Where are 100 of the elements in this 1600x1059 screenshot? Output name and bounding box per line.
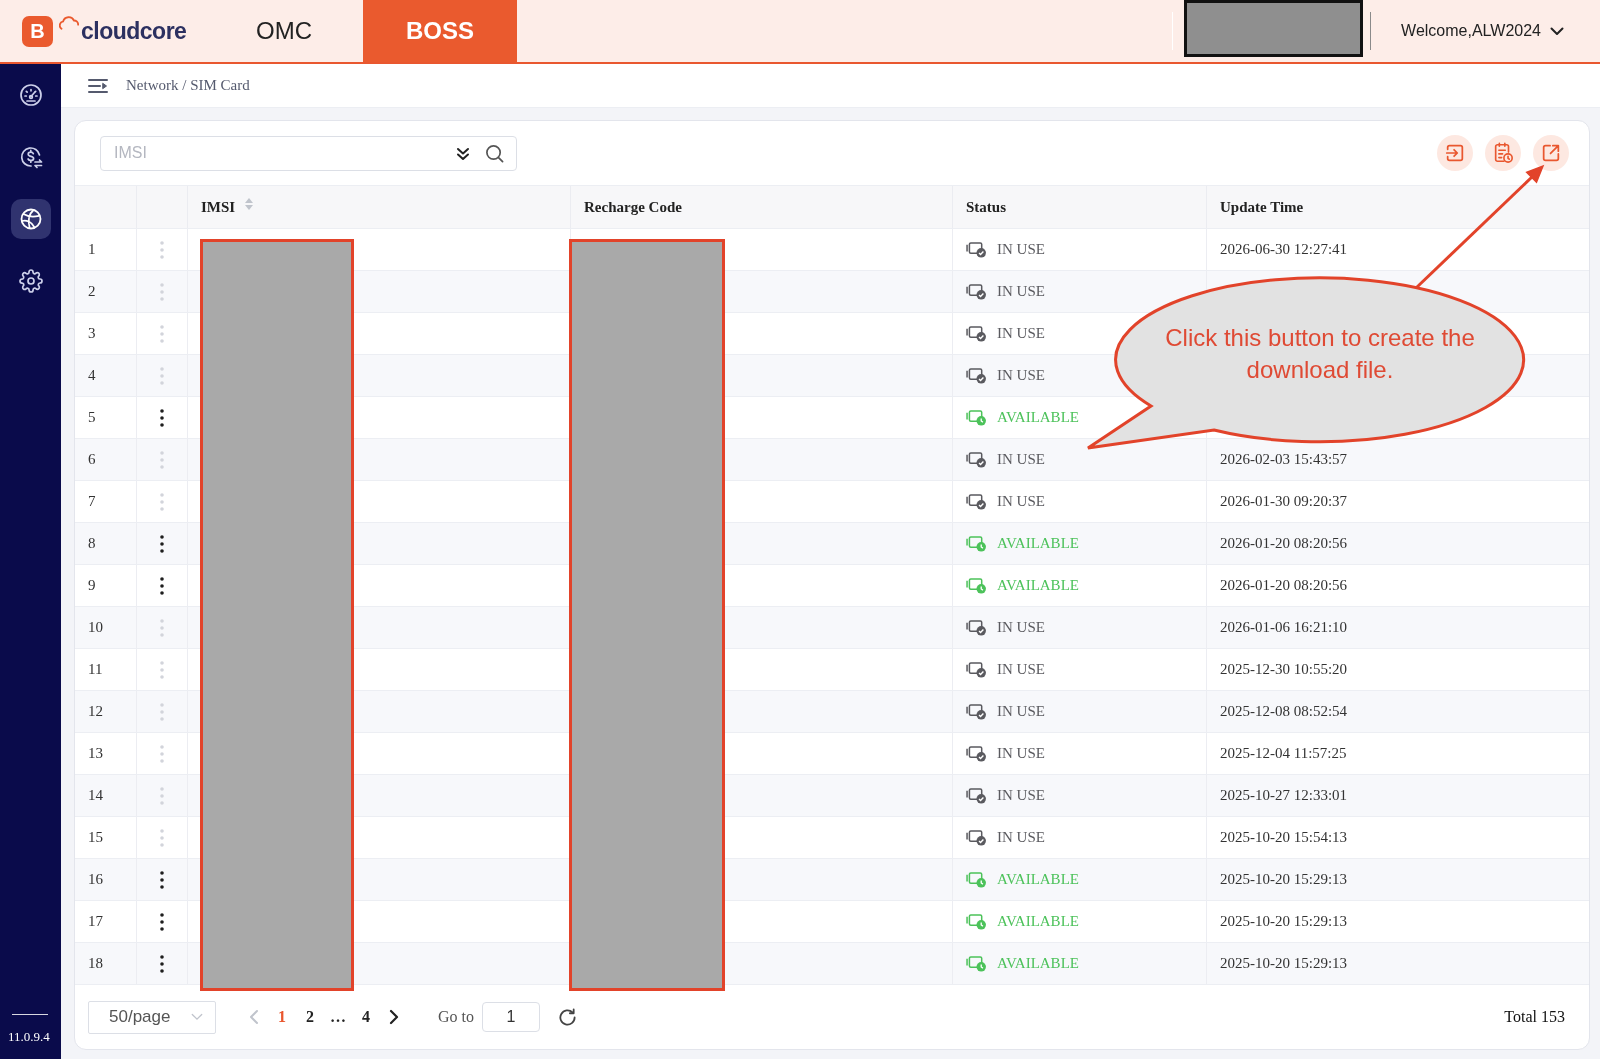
globe-icon [18, 207, 43, 231]
chevron-down-icon [1550, 26, 1564, 36]
status-text: AVAILABLE [997, 577, 1079, 594]
more-icon[interactable] [160, 576, 164, 595]
cloud-icon [59, 16, 79, 30]
card-clock-icon [966, 535, 987, 552]
status-text: IN USE [997, 367, 1045, 384]
update-time: 2026-01-20 08:20:56 [1220, 577, 1348, 594]
update-time: 2025-10-27 12:33:01 [1220, 787, 1348, 804]
column-header: Update Time [1220, 198, 1304, 216]
update-time: 2026-02-03 15:43:57 [1220, 451, 1348, 468]
card-check-icon [966, 829, 987, 846]
status-text: IN USE [997, 619, 1045, 636]
row-number: 5 [88, 409, 96, 426]
row-number: 10 [88, 619, 103, 636]
more-icon[interactable] [160, 534, 164, 553]
card-check-icon [966, 325, 987, 342]
row-number: 8 [88, 535, 96, 552]
status-text: IN USE [997, 283, 1045, 300]
update-time: 2025-10-20 15:29:13 [1220, 913, 1348, 930]
row-number: 4 [88, 367, 96, 384]
page-button[interactable]: … [324, 1002, 352, 1032]
search-icon[interactable] [485, 143, 504, 163]
card-check-icon [966, 661, 987, 678]
status-text: IN USE [997, 451, 1045, 468]
logo-text: cloudcore [81, 19, 187, 43]
coin-arrows-icon [18, 145, 43, 169]
row-number: 9 [88, 577, 96, 594]
status-text: IN USE [997, 703, 1045, 720]
row-number: 17 [88, 913, 103, 930]
chevron-right-icon [389, 1009, 399, 1025]
breadcrumb: Network / SIM Card [126, 77, 250, 94]
menu-icon[interactable] [88, 77, 108, 94]
column-header: IMSI [201, 198, 236, 216]
search-field[interactable]: IMSI [100, 135, 517, 171]
row-number: 7 [88, 493, 96, 510]
logo-mark: B [22, 15, 53, 47]
column-header: Recharge Code [584, 198, 682, 216]
go-to-label: Go to [438, 1008, 474, 1026]
update-time: 2026-06-30 12:27:41 [1220, 241, 1348, 258]
import-button[interactable] [1437, 135, 1473, 171]
card-clock-icon [966, 577, 987, 594]
user-menu[interactable]: Welcome,ALW2024 [1401, 0, 1600, 62]
page-button[interactable]: 2 [296, 1002, 324, 1032]
row-number: 12 [88, 703, 103, 720]
card-check-icon [966, 619, 987, 636]
page-input[interactable]: 1 [482, 1002, 540, 1032]
card-check-icon [966, 283, 987, 300]
more-icon[interactable] [160, 954, 164, 973]
status-text: IN USE [997, 241, 1045, 258]
card-check-icon [966, 451, 987, 468]
callout-text: Click this button to create the download file. [1164, 323, 1476, 385]
card-clock-icon [966, 871, 987, 888]
card-clock-icon [966, 955, 987, 972]
card-check-icon [966, 241, 987, 258]
card-check-icon [966, 367, 987, 384]
row-number: 3 [88, 325, 96, 342]
update-time: 2025-10-20 15:29:13 [1220, 871, 1348, 888]
card-check-icon [966, 745, 987, 762]
row-number: 18 [88, 955, 103, 972]
status-text: AVAILABLE [997, 535, 1079, 552]
row-number: 16 [88, 871, 103, 888]
nav-tab[interactable]: OMC [207, 0, 361, 62]
gauge-icon [18, 83, 43, 107]
chevron-down-icon [191, 1013, 203, 1021]
row-number: 13 [88, 745, 103, 762]
more-icon[interactable] [160, 912, 164, 931]
status-text: IN USE [997, 493, 1045, 510]
status-text: IN USE [997, 661, 1045, 678]
row-number: 11 [88, 661, 103, 678]
version-label: 11.0.9.4 [8, 1029, 50, 1045]
status-text: AVAILABLE [997, 409, 1079, 426]
update-time: 2026-01-06 16:21:10 [1220, 619, 1348, 636]
card-check-icon [966, 493, 987, 510]
row-number: 2 [88, 283, 96, 300]
card-check-icon [966, 703, 987, 720]
update-time: 2025-10-20 15:29:13 [1220, 955, 1348, 972]
row-number: 15 [88, 829, 103, 846]
export-button[interactable] [1533, 135, 1569, 171]
schedule-button[interactable] [1485, 135, 1521, 171]
status-text: IN USE [997, 325, 1045, 342]
update-time: 2025-12-08 08:52:54 [1220, 703, 1348, 720]
update-time: 2026-01-30 09:20:37 [1220, 493, 1348, 510]
update-time: 2025-12-04 11:57:25 [1220, 745, 1347, 762]
page-size-select[interactable]: 50/page [88, 1000, 216, 1034]
refresh-button[interactable] [558, 1007, 577, 1027]
double-chevron-icon[interactable] [456, 146, 470, 161]
card-check-icon [966, 787, 987, 804]
status-text: IN USE [997, 745, 1045, 762]
nav-tab[interactable]: BOSS [363, 0, 517, 62]
sign-in-icon [1444, 142, 1466, 164]
row-number: 1 [88, 241, 96, 258]
more-icon[interactable] [160, 870, 164, 889]
update-time: 2025-12-30 10:55:20 [1220, 661, 1348, 678]
sidebar-item[interactable] [10, 199, 51, 239]
card-clock-icon [966, 409, 987, 426]
more-icon[interactable] [160, 408, 164, 427]
page-button[interactable]: 1 [268, 1002, 296, 1032]
chevron-left-icon [249, 1009, 259, 1025]
page-button[interactable]: 4 [352, 1002, 380, 1032]
